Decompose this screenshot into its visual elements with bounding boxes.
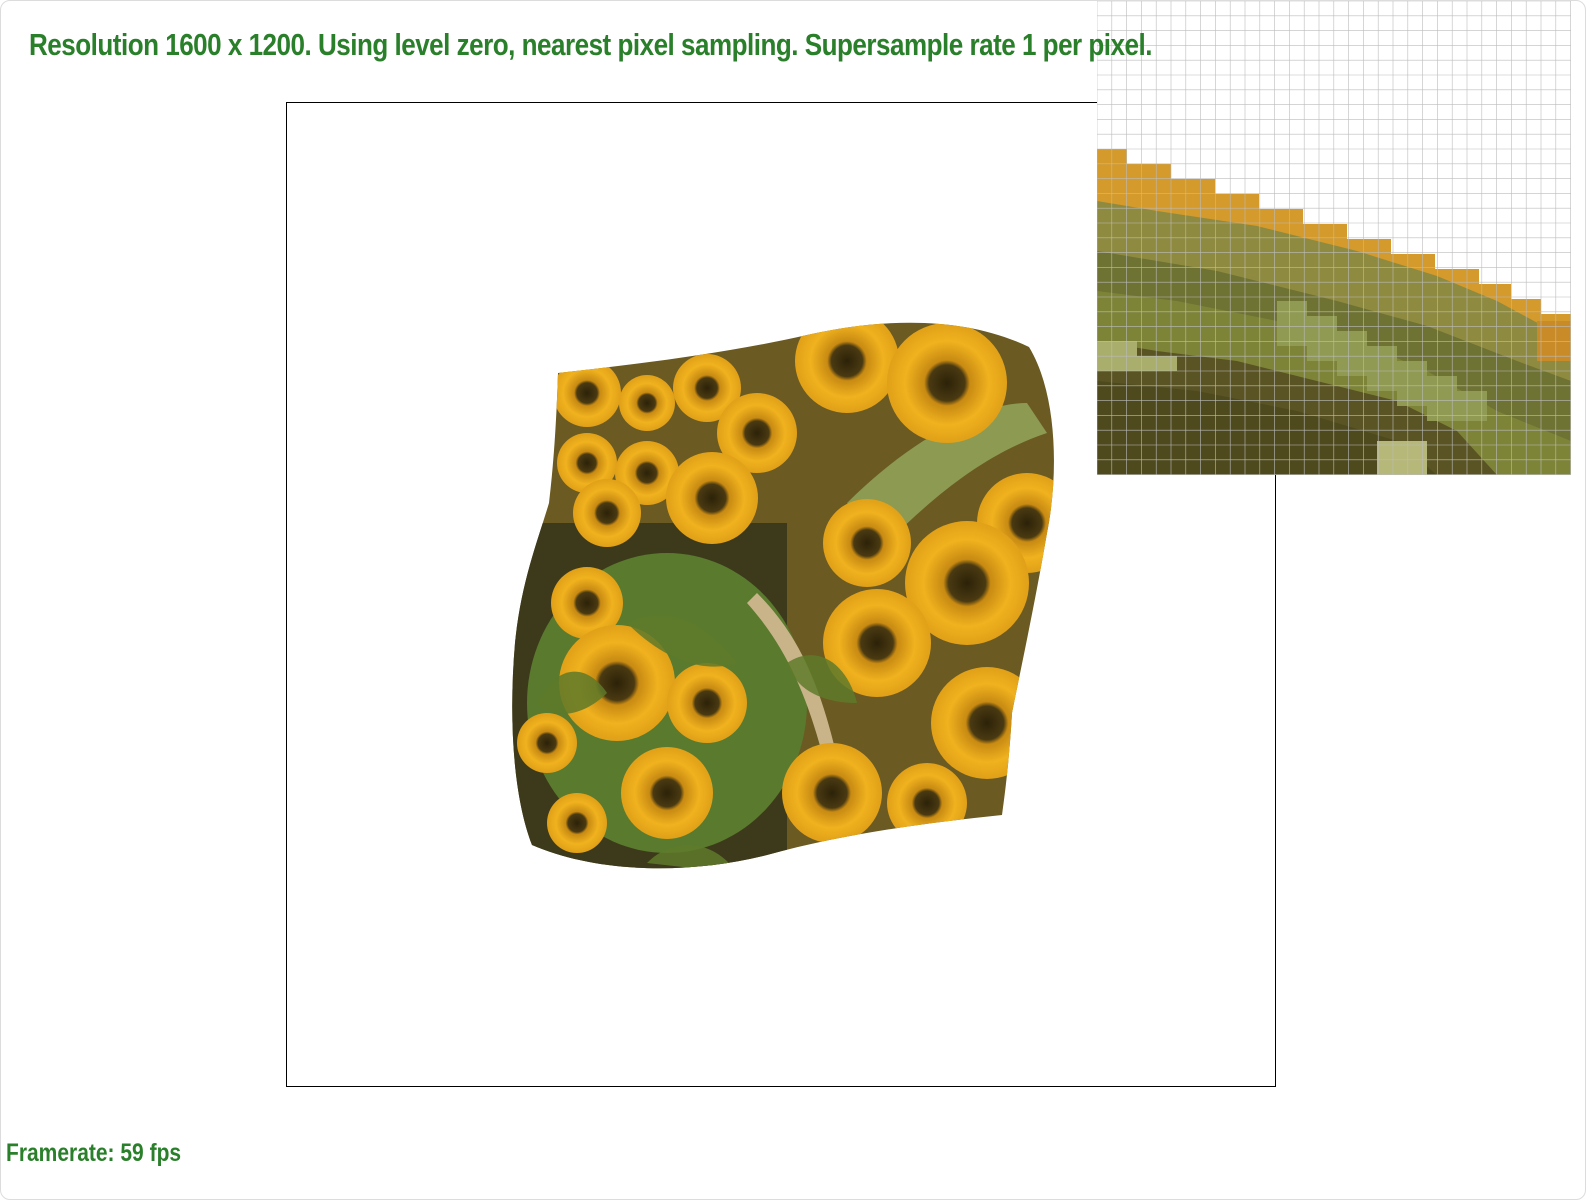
status-title: Resolution 1600 x 1200. Using level zero… [29, 27, 1152, 62]
framerate-readout: Framerate: 59 fps [6, 1139, 182, 1167]
sunflower-texture [512, 322, 1054, 869]
app-window: Resolution 1600 x 1200. Using level zero… [0, 0, 1586, 1200]
zoom-grid-view [1097, 1, 1571, 475]
pixel-zoom-panel [1097, 1, 1571, 475]
